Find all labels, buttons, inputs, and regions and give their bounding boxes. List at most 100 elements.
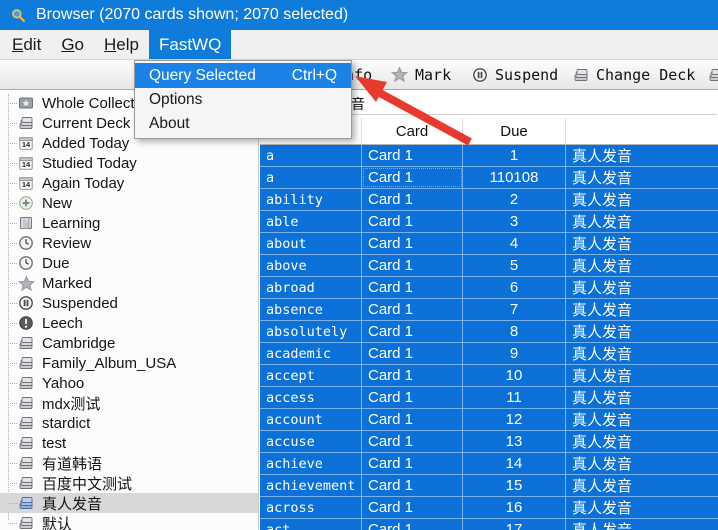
deck-icon[interactable] xyxy=(708,60,718,89)
cell-card[interactable]: Card 1 xyxy=(362,299,463,320)
table-row[interactable]: able Card 1 3 真人发音 xyxy=(260,211,718,233)
sidebar-item-有道韩语[interactable]: 有道韩语 xyxy=(0,453,258,473)
header-deck[interactable] xyxy=(566,118,718,144)
cell-sort-field[interactable]: a xyxy=(260,167,362,188)
cell-card[interactable]: Card 1 xyxy=(362,475,463,496)
sidebar-item-mdx测试[interactable]: mdx测试 xyxy=(0,393,258,413)
cell-card[interactable]: Card 1 xyxy=(362,167,463,188)
cell-due[interactable]: 11 xyxy=(463,387,566,408)
cell-deck[interactable]: 真人发音 xyxy=(566,255,718,276)
sidebar-item-Family_Album_USA[interactable]: Family_Album_USA xyxy=(0,353,258,373)
cell-due[interactable]: 17 xyxy=(463,519,566,530)
cell-sort-field[interactable]: ability xyxy=(260,189,362,210)
cell-deck[interactable]: 真人发音 xyxy=(566,299,718,320)
cell-sort-field[interactable]: able xyxy=(260,211,362,232)
table-row[interactable]: act Card 1 17 真人发音 xyxy=(260,519,718,530)
table-row[interactable]: above Card 1 5 真人发音 xyxy=(260,255,718,277)
cell-due[interactable]: 6 xyxy=(463,277,566,298)
cell-deck[interactable]: 真人发音 xyxy=(566,189,718,210)
cell-deck[interactable]: 真人发音 xyxy=(566,277,718,298)
cell-sort-field[interactable]: about xyxy=(260,233,362,254)
cell-deck[interactable]: 真人发音 xyxy=(566,475,718,496)
menu-go[interactable]: Go xyxy=(51,30,94,59)
cell-sort-field[interactable]: act xyxy=(260,519,362,530)
sidebar-item-真人发音[interactable]: 真人发音 xyxy=(0,493,258,513)
table-row[interactable]: accuse Card 1 13 真人发音 xyxy=(260,431,718,453)
cell-due[interactable]: 110108 xyxy=(463,167,566,188)
cell-deck[interactable]: 真人发音 xyxy=(566,519,718,530)
sidebar-item-Again Today[interactable]: 14 Again Today xyxy=(0,173,258,193)
sidebar-item-test[interactable]: test xyxy=(0,433,258,453)
cell-card[interactable]: Card 1 xyxy=(362,189,463,210)
cell-due[interactable]: 3 xyxy=(463,211,566,232)
cell-card[interactable]: Card 1 xyxy=(362,321,463,342)
cell-sort-field[interactable]: above xyxy=(260,255,362,276)
table-row[interactable]: accept Card 1 10 真人发音 xyxy=(260,365,718,387)
cell-sort-field[interactable]: absolutely xyxy=(260,321,362,342)
menu-help[interactable]: Help xyxy=(94,30,149,59)
table-row[interactable]: a Card 1 1 真人发音 xyxy=(260,145,718,167)
cell-card[interactable]: Card 1 xyxy=(362,453,463,474)
cell-sort-field[interactable]: academic xyxy=(260,343,362,364)
sidebar-item-Review[interactable]: Review xyxy=(0,233,258,253)
cell-sort-field[interactable]: account xyxy=(260,409,362,430)
cell-deck[interactable]: 真人发音 xyxy=(566,387,718,408)
cell-deck[interactable]: 真人发音 xyxy=(566,365,718,386)
cell-due[interactable]: 12 xyxy=(463,409,566,430)
menu-item-query-selected[interactable]: Query Selected Ctrl+Q xyxy=(135,63,351,88)
menu-fastwq[interactable]: FastWQ xyxy=(149,30,231,59)
cell-due[interactable]: 2 xyxy=(463,189,566,210)
cell-due[interactable]: 7 xyxy=(463,299,566,320)
table-row[interactable]: academic Card 1 9 真人发音 xyxy=(260,343,718,365)
sidebar-item-Marked[interactable]: Marked xyxy=(0,273,258,293)
cell-due[interactable]: 8 xyxy=(463,321,566,342)
cell-card[interactable]: Card 1 xyxy=(362,409,463,430)
cell-sort-field[interactable]: achieve xyxy=(260,453,362,474)
sidebar-item-Learning[interactable]: Learning xyxy=(0,213,258,233)
table-row[interactable]: achieve Card 1 14 真人发音 xyxy=(260,453,718,475)
cell-due[interactable]: 5 xyxy=(463,255,566,276)
menu-item-options[interactable]: Options xyxy=(135,88,351,112)
cell-card[interactable]: Card 1 xyxy=(362,387,463,408)
sidebar-item-百度中文测试[interactable]: 百度中文测试 xyxy=(0,473,258,493)
cell-due[interactable]: 15 xyxy=(463,475,566,496)
cell-deck[interactable]: 真人发音 xyxy=(566,409,718,430)
cell-card[interactable]: Card 1 xyxy=(362,145,463,166)
cell-card[interactable]: Card 1 xyxy=(362,431,463,452)
sidebar-item-Yahoo[interactable]: Yahoo xyxy=(0,373,258,393)
cell-deck[interactable]: 真人发音 xyxy=(566,233,718,254)
cell-due[interactable]: 9 xyxy=(463,343,566,364)
cell-card[interactable]: Card 1 xyxy=(362,233,463,254)
cell-sort-field[interactable]: access xyxy=(260,387,362,408)
table-row[interactable]: about Card 1 4 真人发音 xyxy=(260,233,718,255)
table-row[interactable]: access Card 1 11 真人发音 xyxy=(260,387,718,409)
cell-deck[interactable]: 真人发音 xyxy=(566,145,718,166)
menu-item-about[interactable]: About xyxy=(135,112,351,136)
cell-card[interactable]: Card 1 xyxy=(362,497,463,518)
cell-sort-field[interactable]: accept xyxy=(260,365,362,386)
table-row[interactable]: absence Card 1 7 真人发音 xyxy=(260,299,718,321)
cell-deck[interactable]: 真人发音 xyxy=(566,497,718,518)
cell-sort-field[interactable]: across xyxy=(260,497,362,518)
sidebar-item-stardict[interactable]: stardict xyxy=(0,413,258,433)
table-row[interactable]: ability Card 1 2 真人发音 xyxy=(260,189,718,211)
sidebar-item-Suspended[interactable]: Suspended xyxy=(0,293,258,313)
menu-edit[interactable]: Edit xyxy=(2,30,51,59)
sidebar-item-Cambridge[interactable]: Cambridge xyxy=(0,333,258,353)
cell-card[interactable]: Card 1 xyxy=(362,343,463,364)
table-row[interactable]: account Card 1 12 真人发音 xyxy=(260,409,718,431)
cell-sort-field[interactable]: achievement xyxy=(260,475,362,496)
cell-card[interactable]: Card 1 xyxy=(362,255,463,276)
cell-deck[interactable]: 真人发音 xyxy=(566,343,718,364)
table-row[interactable]: a Card 1 110108 真人发音 xyxy=(260,167,718,189)
table-row[interactable]: absolutely Card 1 8 真人发音 xyxy=(260,321,718,343)
table-row[interactable]: abroad Card 1 6 真人发音 xyxy=(260,277,718,299)
sidebar-item-New[interactable]: New xyxy=(0,193,258,213)
cell-sort-field[interactable]: absence xyxy=(260,299,362,320)
cell-card[interactable]: Card 1 xyxy=(362,277,463,298)
change-deck-button[interactable]: Change Deck xyxy=(573,60,695,89)
cell-sort-field[interactable]: a xyxy=(260,145,362,166)
cell-deck[interactable]: 真人发音 xyxy=(566,211,718,232)
suspend-button[interactable]: Suspend xyxy=(472,60,558,89)
sidebar-item-Leech[interactable]: Leech xyxy=(0,313,258,333)
